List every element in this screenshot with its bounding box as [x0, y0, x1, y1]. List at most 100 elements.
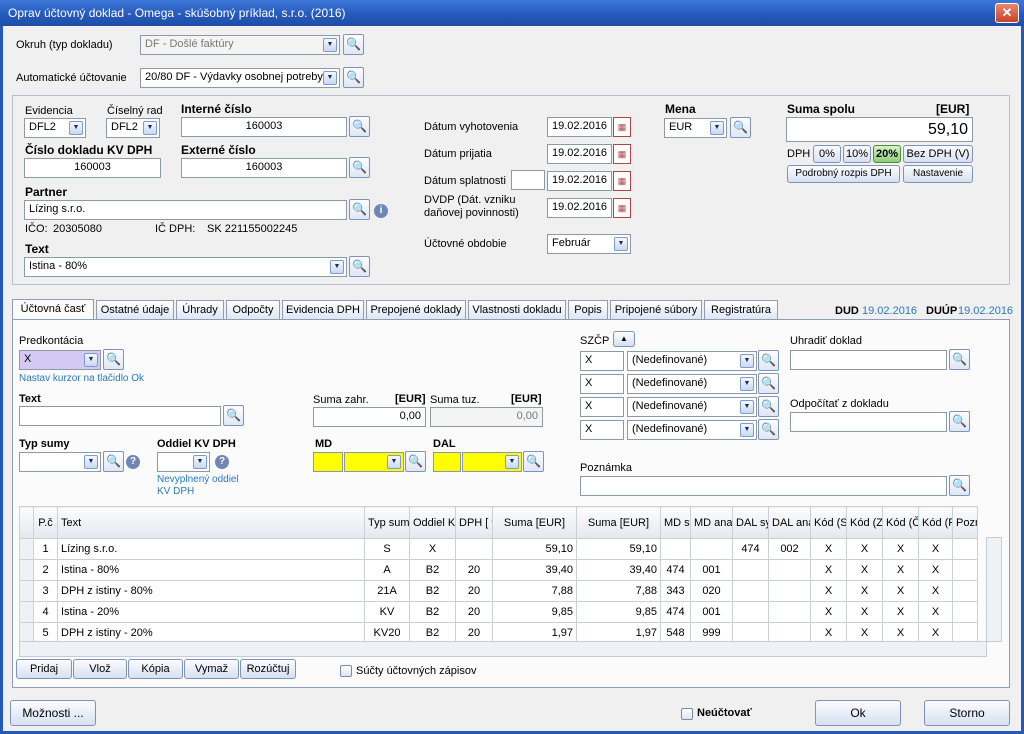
table-cell[interactable] [768, 601, 811, 623]
page-text-input[interactable] [19, 406, 221, 426]
table-cell[interactable] [768, 559, 811, 581]
moznosti-button[interactable]: Možnosti ... [10, 700, 96, 726]
calendar-icon[interactable]: ▦ [613, 117, 631, 137]
text-select[interactable]: Istina - 80% ▼ [24, 257, 347, 277]
auto-search-icon[interactable]: 🔍 [343, 67, 364, 88]
okruh-search-icon[interactable]: 🔍 [343, 34, 364, 55]
column-header[interactable]: DPH [ % ] [455, 506, 493, 539]
dal-synt-input[interactable] [433, 452, 461, 472]
table-cell[interactable]: X [918, 580, 953, 602]
suma-tuz-input[interactable]: 0,00 [430, 407, 543, 427]
close-button[interactable]: ✕ [995, 3, 1019, 23]
tab-popis[interactable]: Popis [568, 300, 608, 320]
column-header[interactable]: Suma [EUR] [492, 506, 577, 539]
rozuctuj-button[interactable]: Rozúčtuj [240, 659, 296, 679]
horizontal-scrollbar[interactable] [19, 641, 987, 657]
ciselny-select[interactable]: DFL2 ▼ [106, 118, 160, 138]
table-cell[interactable]: 9,85 [576, 601, 661, 623]
neuctovat-checkbox[interactable] [681, 708, 693, 720]
kopia-button[interactable]: Kópia [128, 659, 183, 679]
chevron-down-icon[interactable]: ▼ [505, 455, 519, 469]
table-cell[interactable]: DPH z istiny - 80% [57, 580, 365, 602]
szcp-search-icon[interactable]: 🔍 [758, 396, 779, 417]
column-header[interactable]: Typ sumy [364, 506, 410, 539]
tab-odpocty[interactable]: Odpočty [226, 300, 280, 320]
odpocitat-search-icon[interactable]: 🔍 [949, 411, 970, 432]
predkontacia-select[interactable]: X ▼ [19, 350, 101, 370]
szcp-search-icon[interactable]: 🔍 [758, 419, 779, 440]
table-cell[interactable]: 39,40 [576, 559, 661, 581]
szcp-select[interactable]: (Nedefinované) ▼ [627, 351, 757, 371]
table-cell[interactable]: B2 [409, 580, 456, 602]
szcp-code-input[interactable]: X [580, 420, 624, 440]
szcp-code-input[interactable]: X [580, 351, 624, 371]
help-icon[interactable]: ? [126, 455, 140, 469]
table-cell[interactable]: S [364, 538, 410, 560]
mena-select[interactable]: EUR ▼ [664, 118, 727, 138]
vloz-button[interactable]: Vlož [73, 659, 127, 679]
suma-input[interactable]: 59,10 [786, 117, 973, 142]
row-indicator[interactable] [19, 559, 34, 581]
ok-button[interactable]: Ok [815, 700, 901, 726]
table-cell[interactable] [952, 580, 978, 602]
chevron-down-icon[interactable]: ▼ [710, 121, 724, 135]
splatnosti-input[interactable]: 19.02.2016 [547, 171, 612, 191]
column-header[interactable]: P.č [33, 506, 58, 539]
column-header[interactable]: Oddiel KV DPH [409, 506, 456, 539]
chevron-down-icon[interactable]: ▼ [387, 455, 401, 469]
sucty-checkbox[interactable] [340, 665, 352, 677]
szcp-select[interactable]: (Nedefinované) ▼ [627, 374, 757, 394]
okruh-select[interactable]: DF - Došlé faktúry ▼ [140, 35, 340, 55]
szcp-search-icon[interactable]: 🔍 [758, 373, 779, 394]
table-cell[interactable] [732, 601, 769, 623]
chevron-down-icon[interactable]: ▼ [84, 455, 98, 469]
table-cell[interactable]: X [810, 580, 847, 602]
page-text-search-icon[interactable]: 🔍 [223, 405, 244, 426]
table-cell[interactable]: A [364, 559, 410, 581]
chevron-down-icon[interactable]: ▼ [614, 237, 628, 251]
chevron-down-icon[interactable]: ▼ [330, 260, 344, 274]
md-synt-input[interactable] [313, 452, 343, 472]
chevron-down-icon[interactable]: ▼ [323, 71, 337, 85]
table-cell[interactable] [952, 601, 978, 623]
chevron-down-icon[interactable]: ▼ [84, 353, 98, 367]
row-indicator[interactable] [19, 601, 34, 623]
table-cell[interactable]: 001 [690, 559, 733, 581]
table-cell[interactable]: 59,10 [576, 538, 661, 560]
column-header[interactable]: Kód (P) [918, 506, 953, 539]
table-cell[interactable]: 20 [455, 601, 493, 623]
table-cell[interactable] [660, 538, 691, 560]
column-header[interactable]: Suma [EUR] [576, 506, 661, 539]
table-row[interactable]: 2 Istina - 80% A B2 20 39,40 39,40 474 001 X X X X [19, 559, 978, 581]
table-cell[interactable]: 7,88 [576, 580, 661, 602]
column-header[interactable]: Kód (S) [810, 506, 847, 539]
table-cell[interactable]: X [846, 559, 883, 581]
partner-search-icon[interactable]: 🔍 [349, 199, 370, 220]
table-cell[interactable]: 002 [768, 538, 811, 560]
chevron-down-icon[interactable]: ▼ [740, 400, 754, 414]
info-icon[interactable]: i [374, 204, 388, 218]
table-cell[interactable]: X [846, 580, 883, 602]
md-search-icon[interactable]: 🔍 [405, 451, 426, 472]
table-row[interactable]: 1 Lízing s.r.o. S X 59,10 59,10 474 002 X X X X [19, 538, 978, 560]
bez-dph-button[interactable]: Bez DPH (V) [903, 145, 973, 163]
nastavenie-button[interactable]: Nastavenie [903, 165, 973, 183]
suma-zahr-input[interactable]: 0,00 [313, 407, 426, 427]
oddiel-select[interactable]: ▼ [157, 452, 210, 472]
chevron-down-icon[interactable]: ▼ [69, 121, 83, 135]
kvdph-input[interactable]: 160003 [24, 158, 161, 178]
column-header[interactable]: Text [57, 506, 365, 539]
storno-button[interactable]: Storno [924, 700, 1010, 726]
table-row[interactable]: 3 DPH z istiny - 80% 21A B2 20 7,88 7,88 343 020… [19, 580, 978, 602]
table-cell[interactable]: 39,40 [492, 559, 577, 581]
column-header[interactable]: DAL anal. [768, 506, 811, 539]
table-cell[interactable]: 001 [690, 601, 733, 623]
tab-uhrady[interactable]: Úhrady [176, 300, 224, 320]
evidencia-select[interactable]: DFL2 ▼ [24, 118, 86, 138]
md-anal-select[interactable]: ▼ [344, 452, 404, 472]
szcp-select[interactable]: (Nedefinované) ▼ [627, 397, 757, 417]
table-cell[interactable]: X [846, 538, 883, 560]
column-header[interactable]: Pozná [952, 506, 978, 539]
table-cell[interactable]: 343 [660, 580, 691, 602]
szcp-code-input[interactable]: X [580, 374, 624, 394]
